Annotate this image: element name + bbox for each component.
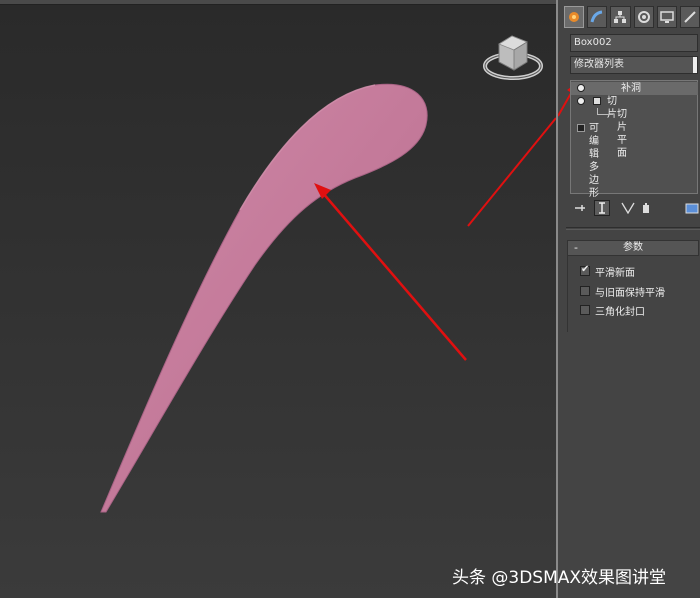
tab-display[interactable] <box>656 6 677 28</box>
modifier-list-label: 修改器列表 <box>574 59 624 70</box>
configure-sets-icon <box>685 203 699 214</box>
viewcube-icon[interactable] <box>483 35 543 80</box>
stack-item-label: 切片 <box>607 96 617 120</box>
light-bulb-icon[interactable] <box>577 97 585 105</box>
pink-blade-object[interactable] <box>100 83 428 513</box>
smooth-new-faces-label: 平滑新面 <box>595 267 635 279</box>
smooth-new-faces-checkbox[interactable] <box>580 264 590 276</box>
viewport-smudge <box>370 450 550 530</box>
make-unique-button[interactable] <box>620 200 636 216</box>
annotation-arrow-to-stack <box>467 117 557 227</box>
tab-motion[interactable] <box>633 6 654 28</box>
parameters-rollout-header[interactable]: - 参数 <box>567 240 699 256</box>
command-panel: Box002 修改器列表 补洞 切片 切片平面 可编辑多边形 <box>558 0 700 598</box>
smooth-new-faces-option[interactable]: 平滑新面 <box>580 264 635 279</box>
stack-item-patch[interactable]: 补洞 <box>571 82 698 95</box>
display-tab-icon <box>660 11 674 23</box>
tab-hierarchy[interactable] <box>610 6 631 28</box>
utilities-tab-icon <box>684 11 696 23</box>
stack-item-label: 补洞 <box>621 83 641 94</box>
object-name-field[interactable]: Box002 <box>570 34 698 52</box>
make-unique-icon <box>621 202 635 214</box>
pin-stack-button[interactable] <box>572 200 588 216</box>
remove-modifier-icon <box>643 203 649 213</box>
expand-minus-icon[interactable] <box>593 97 601 105</box>
viewport-scene <box>100 35 557 530</box>
triangulate-cap-label: 三角化封口 <box>595 306 645 318</box>
modify-tab-icon <box>590 10 603 23</box>
modifier-list-dropdown[interactable]: 修改器列表 <box>570 56 698 74</box>
modifier-stack[interactable]: 补洞 切片 切片平面 可编辑多边形 <box>570 80 698 199</box>
light-bulb-icon[interactable] <box>577 84 585 92</box>
command-panel-tabs <box>564 6 700 30</box>
stack-item-label: 切片平面 <box>617 109 627 159</box>
pin-icon <box>575 205 585 211</box>
tree-connector <box>597 114 613 115</box>
triangulate-cap-option[interactable]: 三角化封口 <box>580 303 645 318</box>
smooth-with-old-faces-option[interactable]: 与旧面保持平滑 <box>580 284 665 299</box>
panel-separator <box>566 229 700 230</box>
annotation-arrow-to-object <box>314 183 467 361</box>
motion-tab-icon <box>637 11 650 23</box>
tab-create[interactable] <box>564 6 585 28</box>
stack-item-label: 可编辑多边形 <box>589 123 599 199</box>
modifier-list-color-swatch[interactable] <box>693 57 697 73</box>
remove-modifier-button[interactable] <box>638 200 654 216</box>
configure-modifier-sets-button[interactable] <box>684 200 700 216</box>
expand-plus-icon[interactable] <box>577 124 585 132</box>
hierarchy-tab-icon <box>614 11 627 23</box>
show-end-result-button[interactable] <box>594 200 610 216</box>
panel-separator <box>566 227 700 228</box>
smooth-with-old-faces-checkbox[interactable] <box>580 286 590 296</box>
rollout-title: 参数 <box>623 242 643 253</box>
show-end-result-icon <box>599 202 605 214</box>
watermark-text: 头条 @3DSMAX效果图讲堂 <box>452 568 667 588</box>
tab-utilities[interactable] <box>679 6 700 28</box>
create-tab-icon <box>569 12 580 22</box>
viewport-perspective[interactable] <box>0 0 558 598</box>
smooth-with-old-faces-label: 与旧面保持平滑 <box>595 287 665 299</box>
modifier-stack-toolbar <box>572 200 700 218</box>
tab-modify[interactable] <box>587 6 608 28</box>
triangulate-cap-checkbox[interactable] <box>580 305 590 315</box>
